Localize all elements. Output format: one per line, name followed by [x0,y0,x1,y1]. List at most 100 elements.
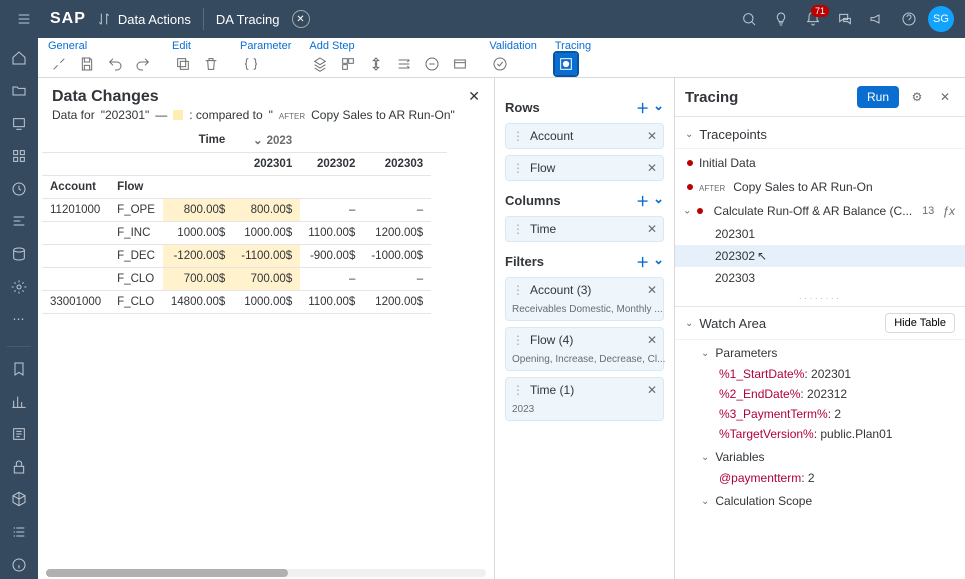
crumb-leaf[interactable]: DA Tracing [216,12,280,27]
rail-files[interactable] [4,77,34,106]
th-time[interactable]: Time [163,128,233,153]
notifications-button[interactable]: 71 [797,3,829,35]
remove-button[interactable]: ✕ [647,283,657,297]
tracepoint-copy[interactable]: AFTERCopy Sales to AR Run-On [675,175,965,199]
undo-icon [107,56,123,72]
row-menu-button[interactable]: ⌄ [653,98,664,117]
remove-button[interactable]: ✕ [647,161,657,175]
parameters-header[interactable]: ⌄Parameters [675,340,965,364]
search-button[interactable] [733,3,765,35]
close-tab-button[interactable]: ✕ [292,10,310,28]
dimension-pill[interactable]: ⋮Time✕ [505,216,664,242]
data-table-scroll[interactable]: Time ⌄2023 202301 202302 202303 Account … [38,128,494,579]
idea-button[interactable] [765,3,797,35]
profile-button[interactable]: SG [925,3,957,35]
details-button[interactable] [48,53,70,75]
hide-table-button[interactable]: Hide Table [885,313,955,333]
rail-chart[interactable] [4,387,34,416]
remove-button[interactable]: ✕ [647,383,657,397]
tracing-settings-button[interactable]: ⚙ [907,90,927,104]
rail-data[interactable] [4,142,34,171]
step-alloc-button[interactable] [337,53,359,75]
grip-icon[interactable]: ⋮ [512,383,524,397]
tracepoints-header[interactable]: ⌄Tracepoints [675,121,965,149]
grip-icon[interactable]: ⋮ [512,161,524,175]
scope-header[interactable]: ⌄Calculation Scope [675,488,965,512]
grip-icon[interactable]: ⋮ [512,129,524,143]
help-button[interactable] [893,3,925,35]
tracepoint-period[interactable]: 202301 [675,223,965,245]
close-panel-button[interactable]: ✕ [468,88,480,105]
add-row-button[interactable]: ＋ [636,98,649,117]
rail-package[interactable] [4,485,34,514]
step-popup-button[interactable] [449,53,471,75]
dimension-pill[interactable]: ⋮Flow (4)✕Opening, Increase, Decrease, C… [505,327,664,371]
table-row[interactable]: F_INC1000.00$1000.00$1100.00$1200.00$ [42,222,447,245]
step-embed-button[interactable] [393,53,415,75]
tracepoint-initial[interactable]: Initial Data [675,151,965,175]
horizontal-scrollbar[interactable] [46,569,486,577]
th-period[interactable]: 202303 [363,153,431,176]
rail-more[interactable]: ⋯ [4,305,34,334]
rail-database[interactable] [4,240,34,269]
th-year[interactable]: ⌄2023 [233,128,300,153]
rail-allocation[interactable] [4,207,34,236]
grip-icon[interactable]: ⋮ [512,333,524,347]
dimension-pill[interactable]: ⋮Flow✕ [505,155,664,181]
dimension-pill[interactable]: ⋮Account✕ [505,123,664,149]
feedback-button[interactable] [861,3,893,35]
table-row[interactable]: F_DEC-1200.00$-1100.00$-900.00$-1000.00$ [42,245,447,268]
dimension-pill[interactable]: ⋮Account (3)✕Receivables Domestic, Month… [505,277,664,321]
rail-info[interactable] [4,550,34,579]
step-delete-button[interactable] [421,53,443,75]
validate-button[interactable] [489,53,511,75]
tracing-close-button[interactable]: ✕ [935,90,955,104]
grip-icon[interactable]: ⋮ [512,283,524,297]
rail-bookmark[interactable] [4,355,34,384]
th-period[interactable]: 202301 [233,153,300,176]
crumb-root[interactable]: Data Actions [118,12,191,27]
table-row[interactable]: F_CLO700.00$700.00$–– [42,268,447,291]
rail-model[interactable] [4,109,34,138]
th-period[interactable]: 202302 [300,153,363,176]
delete-button[interactable] [200,53,222,75]
step-copy-button[interactable] [309,53,331,75]
add-filter-button[interactable]: ＋ [636,252,649,271]
chat-button[interactable] [829,3,861,35]
tracepoint-period[interactable]: 202303 [675,267,965,289]
redo-button[interactable] [132,53,154,75]
tracepoint-period[interactable]: 202302↖ [675,245,965,267]
rail-list[interactable] [4,518,34,547]
save-button[interactable] [76,53,98,75]
watch-area-header[interactable]: ⌄ Watch Area Hide Table [675,306,965,340]
remove-button[interactable]: ✕ [647,333,657,347]
variables-header[interactable]: ⌄Variables [675,444,965,468]
column-menu-button[interactable]: ⌄ [653,191,664,210]
resize-handle[interactable]: ········ [675,291,965,306]
tracing-toggle[interactable] [555,53,577,75]
scrollbar-thumb[interactable] [46,569,288,577]
menu-button[interactable] [8,3,40,35]
tracepoint-calc[interactable]: ⌄ Calculate Run-Off & AR Balance (C...13… [675,199,965,223]
run-button[interactable]: Run [857,86,899,108]
th-flow[interactable]: Flow [109,176,163,199]
step-conv-button[interactable] [365,53,387,75]
remove-button[interactable]: ✕ [647,129,657,143]
rail-home[interactable] [4,44,34,73]
table-row[interactable]: 11201000F_OPE800.00$800.00$–– [42,199,447,222]
rail-lock[interactable] [4,452,34,481]
th-account[interactable]: Account [42,176,109,199]
parameter-button[interactable] [240,53,262,75]
copy-button[interactable] [172,53,194,75]
package-icon [11,491,27,507]
rail-planner[interactable] [4,175,34,204]
rail-settings[interactable] [4,272,34,301]
undo-button[interactable] [104,53,126,75]
grip-icon[interactable]: ⋮ [512,222,524,236]
rail-source[interactable] [4,420,34,449]
table-row[interactable]: 33001000F_CLO14800.00$1000.00$1100.00$12… [42,291,447,314]
dimension-pill[interactable]: ⋮Time (1)✕2023 [505,377,664,421]
filter-menu-button[interactable]: ⌄ [653,252,664,271]
add-column-button[interactable]: ＋ [636,191,649,210]
remove-button[interactable]: ✕ [647,222,657,236]
